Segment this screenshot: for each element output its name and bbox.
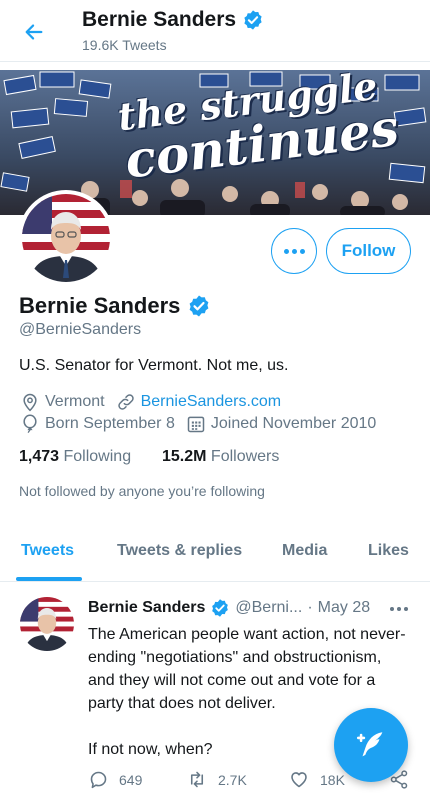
- more-dot-icon: [299, 248, 305, 254]
- reply-icon: [90, 771, 107, 789]
- compose-quill-icon: [356, 732, 383, 757]
- heart-icon: [291, 772, 307, 788]
- profile-name-row: Bernie Sanders: [19, 293, 211, 319]
- verified-badge-icon: [190, 295, 209, 317]
- retweet-icon: [190, 771, 204, 788]
- followers-count: 15.2M: [162, 448, 207, 465]
- header-name: Bernie Sanders: [82, 8, 237, 31]
- profile-location: Vermont: [45, 393, 105, 410]
- profile-name: Bernie Sanders: [19, 293, 181, 318]
- more-options-button[interactable]: [271, 228, 317, 274]
- retweet-action[interactable]: 2.7K: [186, 769, 247, 790]
- follow-button[interactable]: Follow: [326, 228, 411, 274]
- avatar-portrait-image: [20, 597, 74, 651]
- header-tweet-count: 19.6K Tweets: [82, 37, 167, 53]
- tab-likes[interactable]: Likes: [368, 542, 409, 560]
- location-pin-icon: [19, 391, 41, 413]
- like-action[interactable]: 18K: [288, 769, 345, 790]
- profile-tabs: Tweets Tweets & replies Media Likes: [0, 528, 430, 582]
- more-dot-icon: [291, 248, 297, 254]
- profile-meta-row-2: Born September 8 Joined November 2010: [19, 413, 376, 435]
- tweet-author-handle: @Berni...: [235, 599, 303, 616]
- tab-media[interactable]: Media: [282, 542, 327, 560]
- tweet-separator: ·: [307, 599, 313, 616]
- profile-handle: @BernieSanders: [19, 321, 142, 338]
- top-bar: Bernie Sanders 19.6K Tweets: [0, 0, 430, 62]
- balloon-icon: [19, 413, 41, 435]
- following-count: 1,473: [19, 448, 60, 465]
- tab-tweets[interactable]: Tweets: [21, 542, 74, 560]
- like-count: 18K: [320, 771, 345, 788]
- link-icon: [115, 391, 137, 413]
- reply-action[interactable]: 649: [88, 769, 142, 790]
- reply-count: 649: [119, 771, 143, 788]
- tweet-more-button[interactable]: [390, 607, 408, 611]
- tweet-date[interactable]: May 28: [318, 599, 370, 617]
- more-dot-icon: [390, 607, 394, 611]
- arrow-left-icon: [25, 24, 43, 40]
- profile-meta-row-1: Vermont BernieSanders.com: [19, 391, 281, 413]
- profile-joined-date: Joined November 2010: [210, 415, 377, 432]
- following-label: Following: [63, 448, 132, 465]
- profile-bio: U.S. Senator for Vermont. Not me, us.: [19, 357, 289, 374]
- verified-badge-icon: [244, 10, 262, 30]
- header-name-row: Bernie Sanders: [82, 8, 264, 32]
- tweet-avatar[interactable]: [20, 597, 74, 651]
- compose-tweet-button[interactable]: [334, 708, 408, 782]
- calendar-icon: [185, 413, 207, 435]
- following-stat[interactable]: 1,473 Following: [19, 448, 131, 465]
- tweet-header: Bernie Sanders @Berni... · May 28: [88, 598, 370, 618]
- verified-badge-icon: [212, 599, 229, 617]
- profile-avatar[interactable]: [18, 190, 114, 286]
- follow-stats: 1,473 Following 15.2M Followers: [19, 448, 279, 466]
- more-dot-icon: [404, 607, 408, 611]
- back-button[interactable]: [20, 18, 48, 46]
- avatar-portrait-image: [22, 194, 110, 282]
- tab-tweets-and-replies[interactable]: Tweets & replies: [117, 542, 242, 560]
- retweet-count: 2.7K: [218, 771, 247, 788]
- not-followed-notice: Not followed by anyone you’re following: [19, 483, 265, 499]
- followers-label: Followers: [210, 448, 280, 465]
- more-dot-icon: [397, 607, 401, 611]
- followers-stat[interactable]: 15.2M Followers: [162, 448, 279, 465]
- active-tab-indicator: [16, 577, 82, 581]
- more-dot-icon: [283, 248, 289, 254]
- profile-website-link[interactable]: BernieSanders.com: [141, 393, 282, 411]
- tweet-author-name[interactable]: Bernie Sanders: [88, 599, 205, 617]
- profile-birthday: Born September 8: [45, 415, 175, 432]
